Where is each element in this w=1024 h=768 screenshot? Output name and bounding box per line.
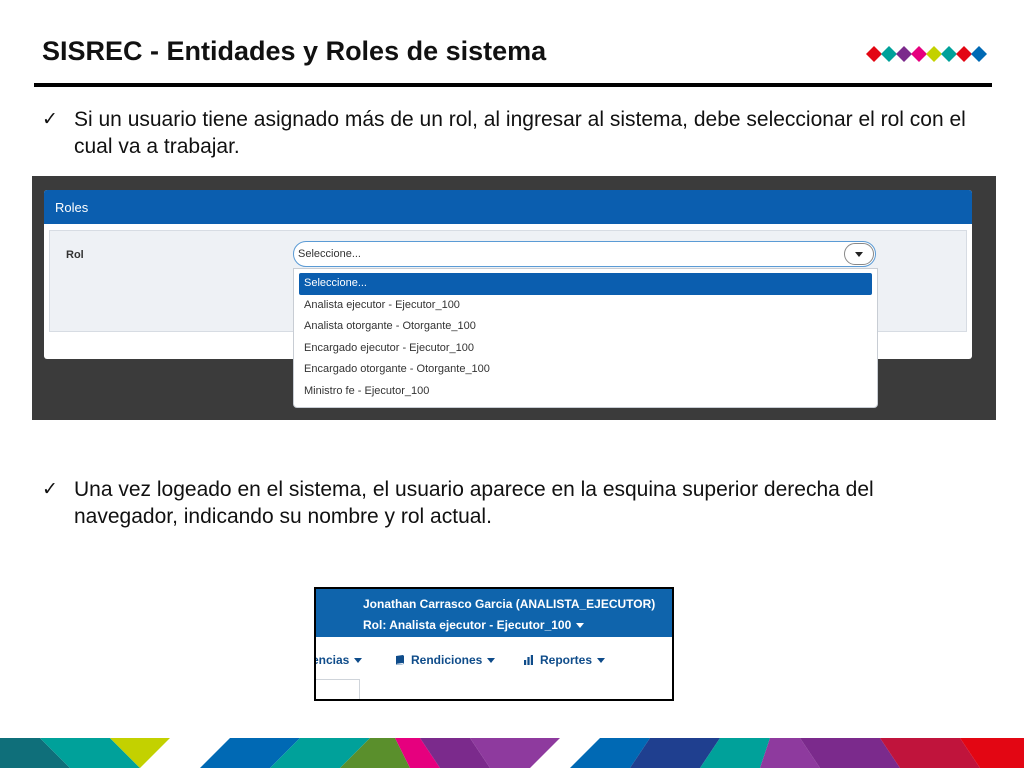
checkmark-icon: ✓ — [42, 109, 58, 130]
caret-down-icon — [597, 657, 606, 663]
user-role-label: Rol: Analista ejecutor - Ejecutor_100 — [363, 618, 572, 632]
rol-option[interactable]: Encargado otorgante - Otorgante_100 — [299, 359, 872, 381]
brand-diamonds-logo — [866, 46, 987, 62]
nav-item-label: encias — [314, 653, 350, 667]
rol-option[interactable]: Analista otorgante - Otorgante_100 — [299, 316, 872, 338]
user-role-menu[interactable]: Rol: Analista ejecutor - Ejecutor_100 — [363, 618, 585, 632]
title-divider — [34, 83, 992, 87]
caret-down-icon — [354, 657, 363, 663]
user-header-bar: Jonathan Carrasco Garcia (ANALISTA_EJECU… — [316, 589, 672, 637]
rol-option[interactable]: Ministro fe - Ejecutor_100 — [299, 381, 872, 403]
rol-option[interactable]: Seleccione... — [299, 273, 872, 295]
bullet-text: Una vez logeado en el sistema, el usuari… — [74, 478, 874, 528]
rol-field-label: Rol — [66, 249, 84, 261]
slide-title: SISREC - Entidades y Roles de sistema — [42, 36, 547, 66]
book-icon — [396, 655, 404, 665]
bullet-text: Si un usuario tiene asignado más de un r… — [74, 108, 966, 158]
caret-down-icon — [487, 657, 496, 663]
nav-item-transferencias[interactable]: encias — [314, 653, 363, 667]
bullet-item: ✓ Una vez logeado en el sistema, el usua… — [42, 476, 982, 530]
bullet-item: ✓ Si un usuario tiene asignado más de un… — [42, 106, 982, 160]
main-nav: encias Rendiciones Reportes — [316, 653, 672, 673]
content-tab — [316, 679, 360, 699]
nav-item-label: Reportes — [540, 653, 593, 667]
caret-down-icon — [576, 622, 585, 628]
roles-screenshot: Roles Rol Seleccione... Seleccione... An… — [32, 176, 996, 420]
user-header-screenshot: Jonathan Carrasco Garcia (ANALISTA_EJECU… — [314, 587, 674, 701]
rol-option[interactable]: Encargado ejecutor - Ejecutor_100 — [299, 338, 872, 360]
bar-chart-icon — [524, 655, 533, 665]
nav-item-reportes[interactable]: Reportes — [523, 653, 606, 667]
rol-select[interactable]: Seleccione... — [293, 241, 876, 267]
nav-item-rendiciones[interactable]: Rendiciones — [394, 653, 496, 667]
caret-down-icon — [855, 251, 863, 257]
user-name[interactable]: Jonathan Carrasco Garcia (ANALISTA_EJECU… — [363, 597, 655, 611]
nav-item-label: Rendiciones — [411, 653, 483, 667]
checkmark-icon: ✓ — [42, 479, 58, 500]
decorative-footer-band — [0, 738, 1024, 768]
rol-option[interactable]: Analista ejecutor - Ejecutor_100 — [299, 295, 872, 317]
roles-panel-header: Roles — [44, 190, 972, 224]
dropdown-toggle-button[interactable] — [844, 243, 874, 265]
rol-select-value: Seleccione... — [298, 248, 361, 260]
rol-dropdown-list: Seleccione... Analista ejecutor - Ejecut… — [293, 268, 878, 408]
